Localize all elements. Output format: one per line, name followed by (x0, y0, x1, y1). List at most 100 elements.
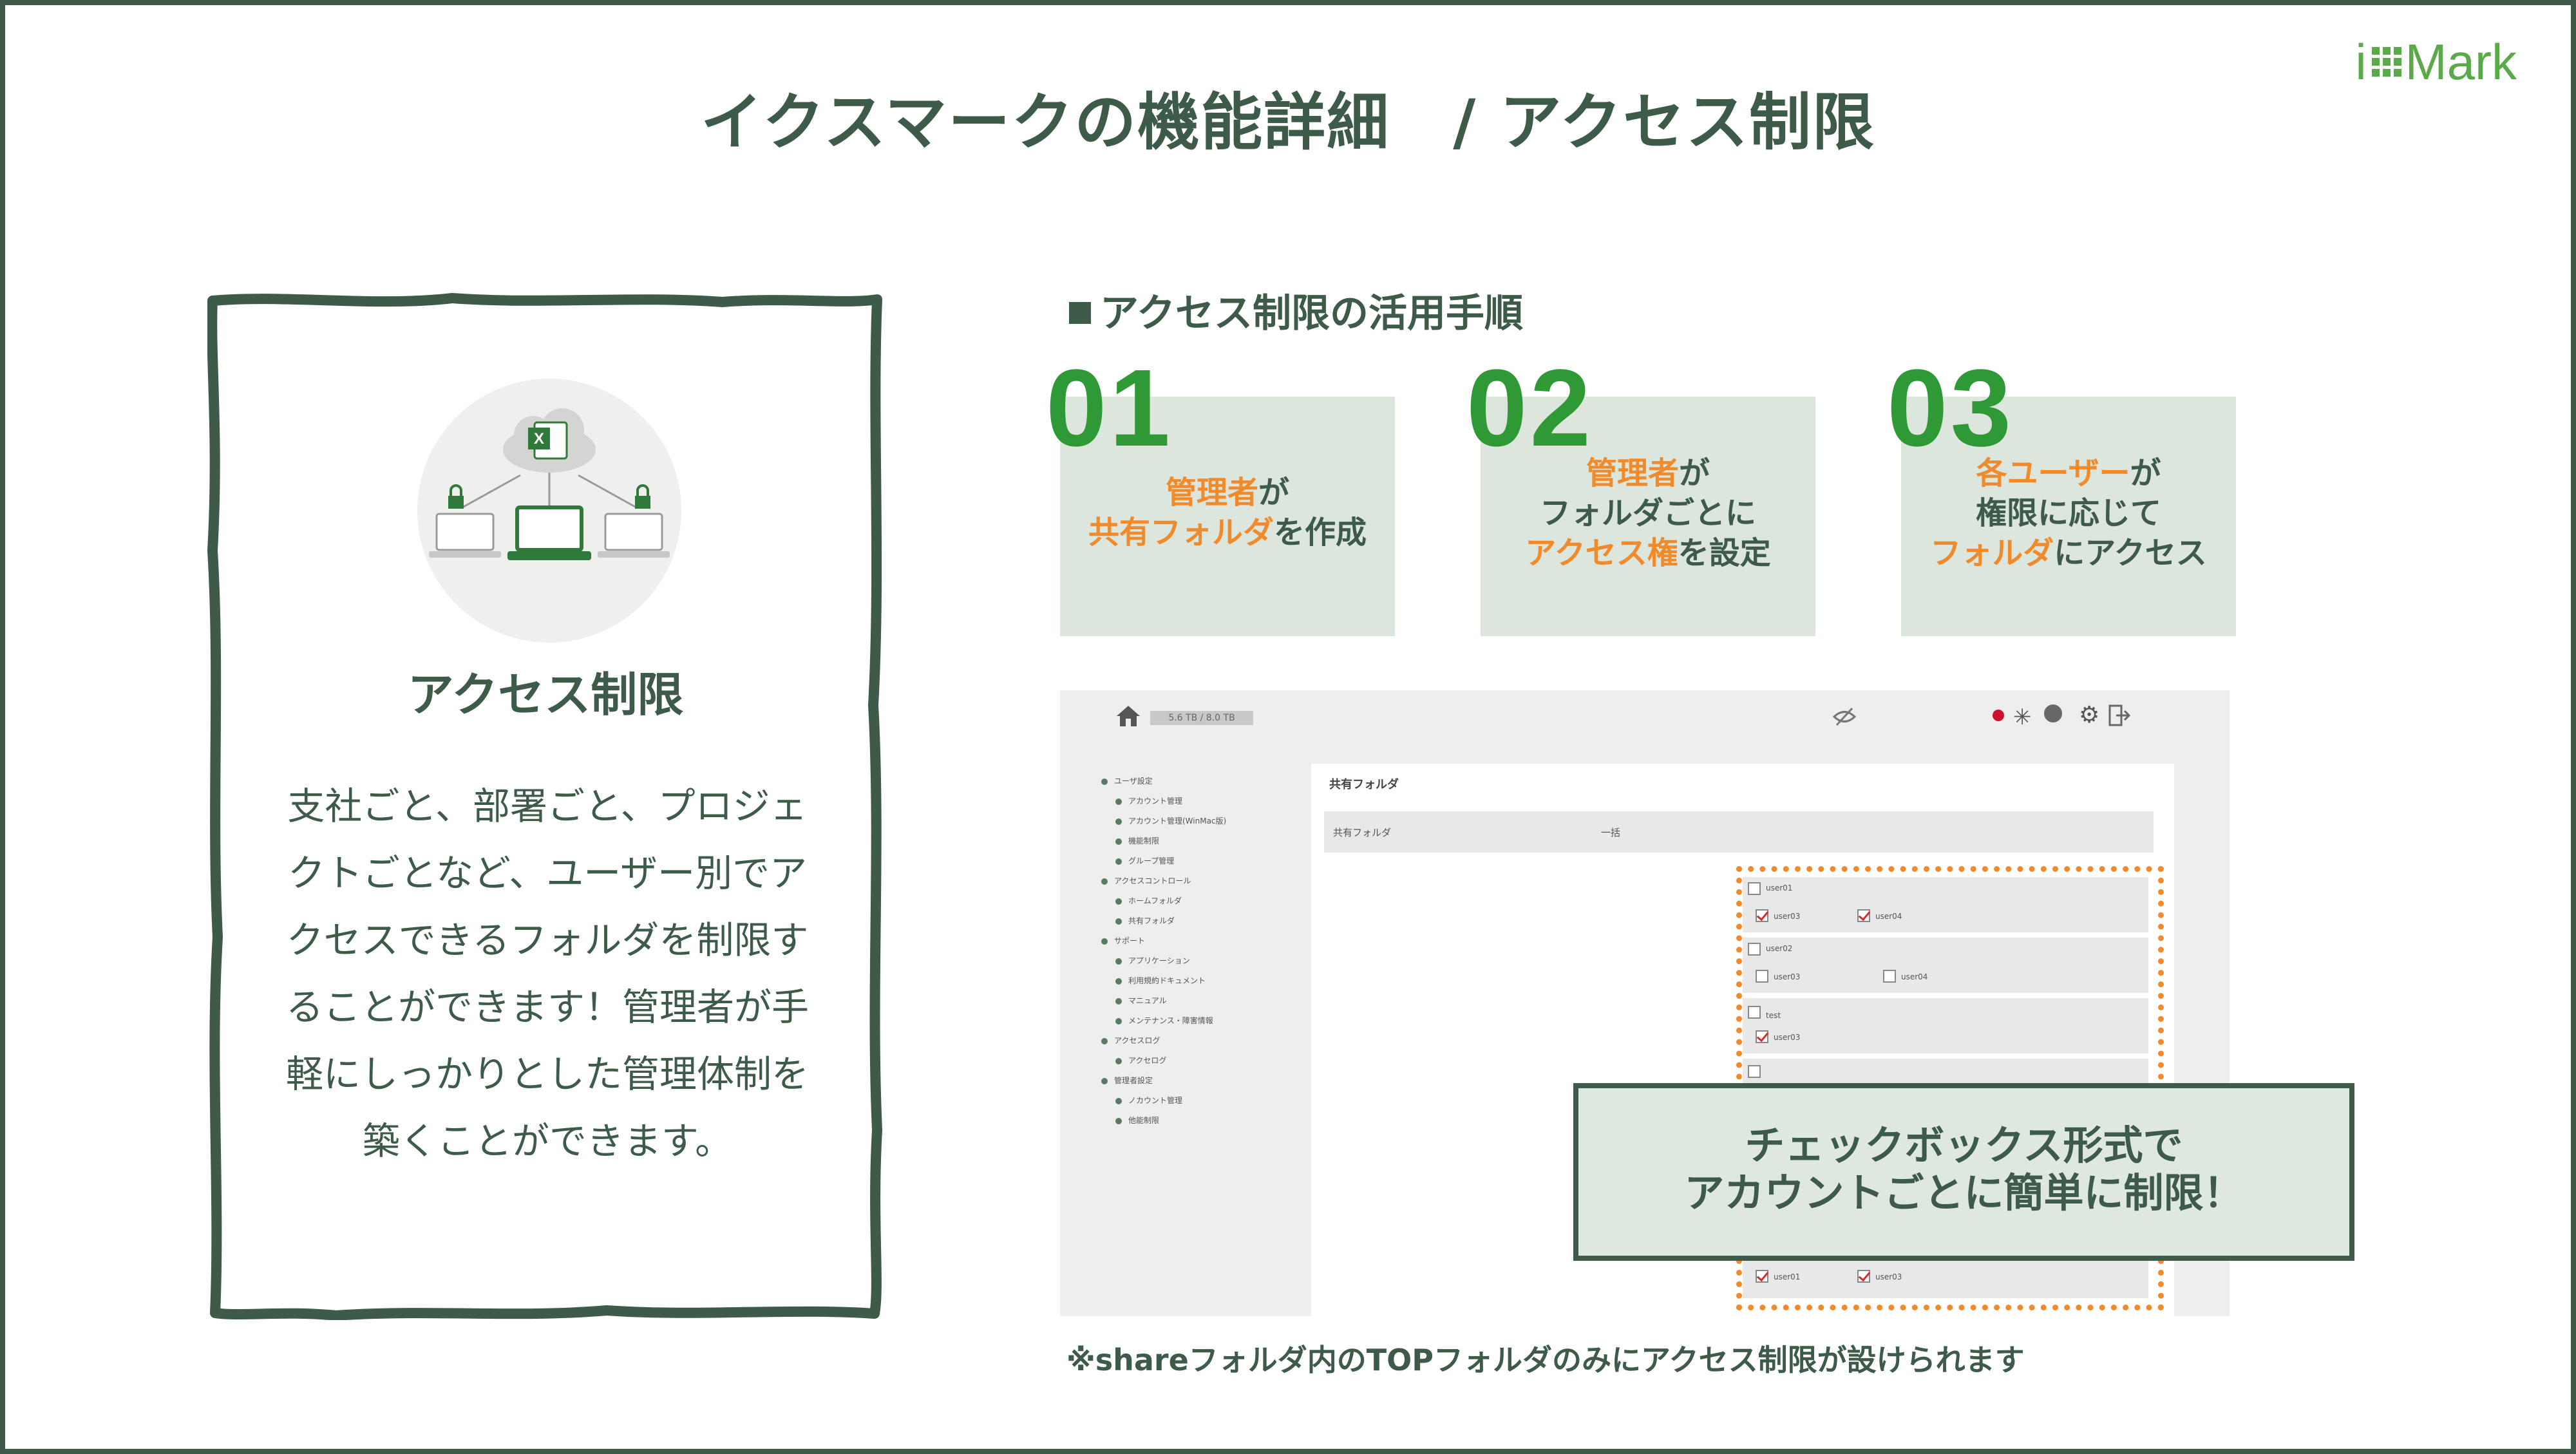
sidebar-item-label: マニュアル (1128, 996, 1167, 1005)
storage-usage: 5.6 TB / 8.0 TB (1150, 711, 1253, 725)
step-text-part: を設定 (1678, 535, 1771, 571)
menu-icon (1101, 1077, 1108, 1084)
excel-letter: X (534, 430, 544, 448)
menu-icon (1101, 878, 1108, 885)
sidebar-item-label: 機能制限 (1128, 836, 1160, 845)
sidebar-item-label: ホームフォルダ (1128, 896, 1182, 905)
card-description: 支社ごと、部署ごと、プロジェ クトごとなど、ユーザー別でア クセスできるフォルダ… (270, 773, 824, 1175)
menu-icon (1115, 1097, 1122, 1104)
sidebar-item[interactable]: 機能制限 (1101, 831, 1226, 851)
card-line: 支社ごと、部署ごと、プロジェ (287, 784, 808, 828)
access-illustration: X (417, 379, 681, 643)
sidebar-item-label: 共有フォルダ (1128, 916, 1175, 925)
sidebar-item[interactable]: アカウント管理(WinMac版) (1101, 811, 1226, 831)
sidebar-item[interactable]: 共有フォルダ (1101, 911, 1226, 931)
sidebar-item[interactable]: メンテナンス・障害情報 (1101, 1011, 1226, 1031)
step-highlight: 共有フォルダ (1088, 515, 1274, 551)
step-text-part: を作成 (1274, 515, 1367, 551)
step-highlight: 管理者 (1165, 475, 1258, 511)
step-text-part: にアクセス (2054, 535, 2207, 571)
menu-icon (1115, 1017, 1122, 1024)
callout-line: チェックボックス形式で (1745, 1122, 2183, 1169)
sidebar-item[interactable]: ノカウント管理 (1101, 1091, 1226, 1111)
step-text-part: が (1679, 455, 1710, 491)
step-text: 管理者が フォルダごとに アクセス権を設定 (1481, 453, 1815, 573)
menu-icon (1115, 997, 1122, 1005)
procedure-heading: アクセス制限の活用手順 (1069, 282, 1523, 338)
gear-icon[interactable]: ⚙ (2079, 702, 2099, 728)
procedure-title: アクセス制限の活用手順 (1100, 291, 1523, 336)
slide-title: イクスマークの機能詳細 / アクセス制限 (700, 86, 1875, 158)
sidebar-item[interactable]: 利用規約ドキュメント (1101, 971, 1226, 991)
callout-box: チェックボックス形式で アカウントごとに簡単に制限！ (1573, 1083, 2354, 1261)
japan-flag-icon[interactable] (1993, 710, 2004, 721)
footnote: ※shareフォルダ内のTOPフォルダのみにアクセス制限が設けられます (1066, 1343, 2025, 1377)
sidebar-item-label: アプリケーション (1128, 956, 1190, 965)
card-line: 築くことができます。 (362, 1119, 733, 1163)
globe-icon[interactable] (2044, 704, 2062, 722)
logout-icon[interactable] (2108, 704, 2130, 726)
sidebar-item-label: 管理者設定 (1114, 1076, 1153, 1085)
sidebar-item[interactable]: グループ管理 (1101, 851, 1226, 871)
page-title: 共有フォルダ (1329, 778, 1399, 791)
sidebar-item[interactable]: アプリケーション (1101, 951, 1226, 971)
step-text-part: フォルダごとに (1539, 495, 1756, 531)
sidebar-item-label: アカウント管理(WinMac版) (1128, 817, 1227, 826)
square-bullet-icon (1069, 302, 1091, 324)
step-2: 02 管理者が フォルダごとに アクセス権を設定 (1466, 347, 1815, 636)
sidebar-item-label: アクセログ (1128, 1056, 1167, 1065)
step-number: 01 (1046, 347, 1173, 469)
cloud-network-icon: X (429, 408, 670, 560)
sidebar-item[interactable]: ホームフォルダ (1101, 891, 1226, 911)
callout-line: アカウントごとに簡単に制限！ (1684, 1169, 2244, 1216)
menu-icon (1115, 918, 1122, 925)
menu-icon (1101, 938, 1108, 945)
sidebar-item-label: サポート (1114, 936, 1146, 945)
step-number: 02 (1466, 347, 1594, 469)
card-line: 軽にしっかりとした管理体制を (285, 1052, 809, 1096)
sidebar-item[interactable]: 管理者設定 (1101, 1071, 1226, 1091)
sidebar-item[interactable]: サポート (1101, 931, 1226, 951)
home-icon[interactable] (1115, 704, 1141, 728)
uk-flag-icon[interactable]: ✳ (2013, 704, 2032, 730)
sidebar-item-label: ノカウント管理 (1128, 1096, 1183, 1105)
sidebar-menu: ユーザ設定 アカウント管理 アカウント管理(WinMac版) 機能制限 グループ… (1101, 771, 1226, 1131)
step-number: 03 (1887, 347, 2014, 469)
card-line: ることができます！管理者が手 (285, 985, 809, 1029)
sidebar-item[interactable]: アクセログ (1101, 1051, 1226, 1071)
sidebar-item-label: アクセスコントロール (1114, 876, 1191, 885)
sidebar-item[interactable]: アクセスログ (1101, 1031, 1226, 1051)
sidebar-item-label: アクセスログ (1114, 1036, 1160, 1045)
menu-icon (1115, 838, 1122, 845)
menu-icon (1115, 977, 1122, 985)
card-line: クセスできるフォルダを制限す (286, 918, 809, 962)
step-text-part: 権限に応じて (1975, 495, 2161, 531)
step-text: 管理者が 共有フォルダを作成 (1060, 473, 1395, 552)
step-text-part: が (1258, 475, 1290, 511)
step-text: 各ユーザーが 権限に応じて フォルダにアクセス (1901, 453, 2236, 573)
step-highlight: フォルダ (1930, 535, 2054, 571)
menu-icon (1115, 958, 1122, 965)
step-highlight: 各ユーザー (1976, 455, 2130, 491)
sidebar-item[interactable]: アクセスコントロール (1101, 871, 1226, 891)
column-header: 一括 (1601, 827, 1621, 838)
card-heading: アクセス制限 (407, 668, 684, 722)
sidebar-item-label: 他能制限 (1128, 1116, 1160, 1125)
menu-icon (1115, 858, 1122, 865)
sidebar-item-label: ユーザ設定 (1114, 777, 1153, 786)
menu-icon (1101, 778, 1108, 785)
step-3: 03 各ユーザーが 権限に応じて フォルダにアクセス (1887, 347, 2236, 636)
hide-icon[interactable] (1833, 707, 1856, 726)
menu-icon (1115, 898, 1122, 905)
menu-icon (1115, 798, 1122, 805)
sidebar-item[interactable]: 他能制限 (1101, 1111, 1226, 1131)
sidebar-item[interactable]: ユーザ設定 (1101, 771, 1226, 791)
step-highlight: 管理者 (1586, 455, 1679, 491)
sidebar-item[interactable]: アカウント管理 (1101, 791, 1226, 811)
menu-icon (1115, 1117, 1122, 1124)
menu-icon (1115, 1057, 1122, 1064)
sidebar-item[interactable]: マニュアル (1101, 991, 1226, 1011)
menu-icon (1101, 1037, 1108, 1044)
sidebar-item-label: 利用規約ドキュメント (1128, 976, 1206, 985)
sidebar-item-label: グループ管理 (1128, 856, 1175, 865)
